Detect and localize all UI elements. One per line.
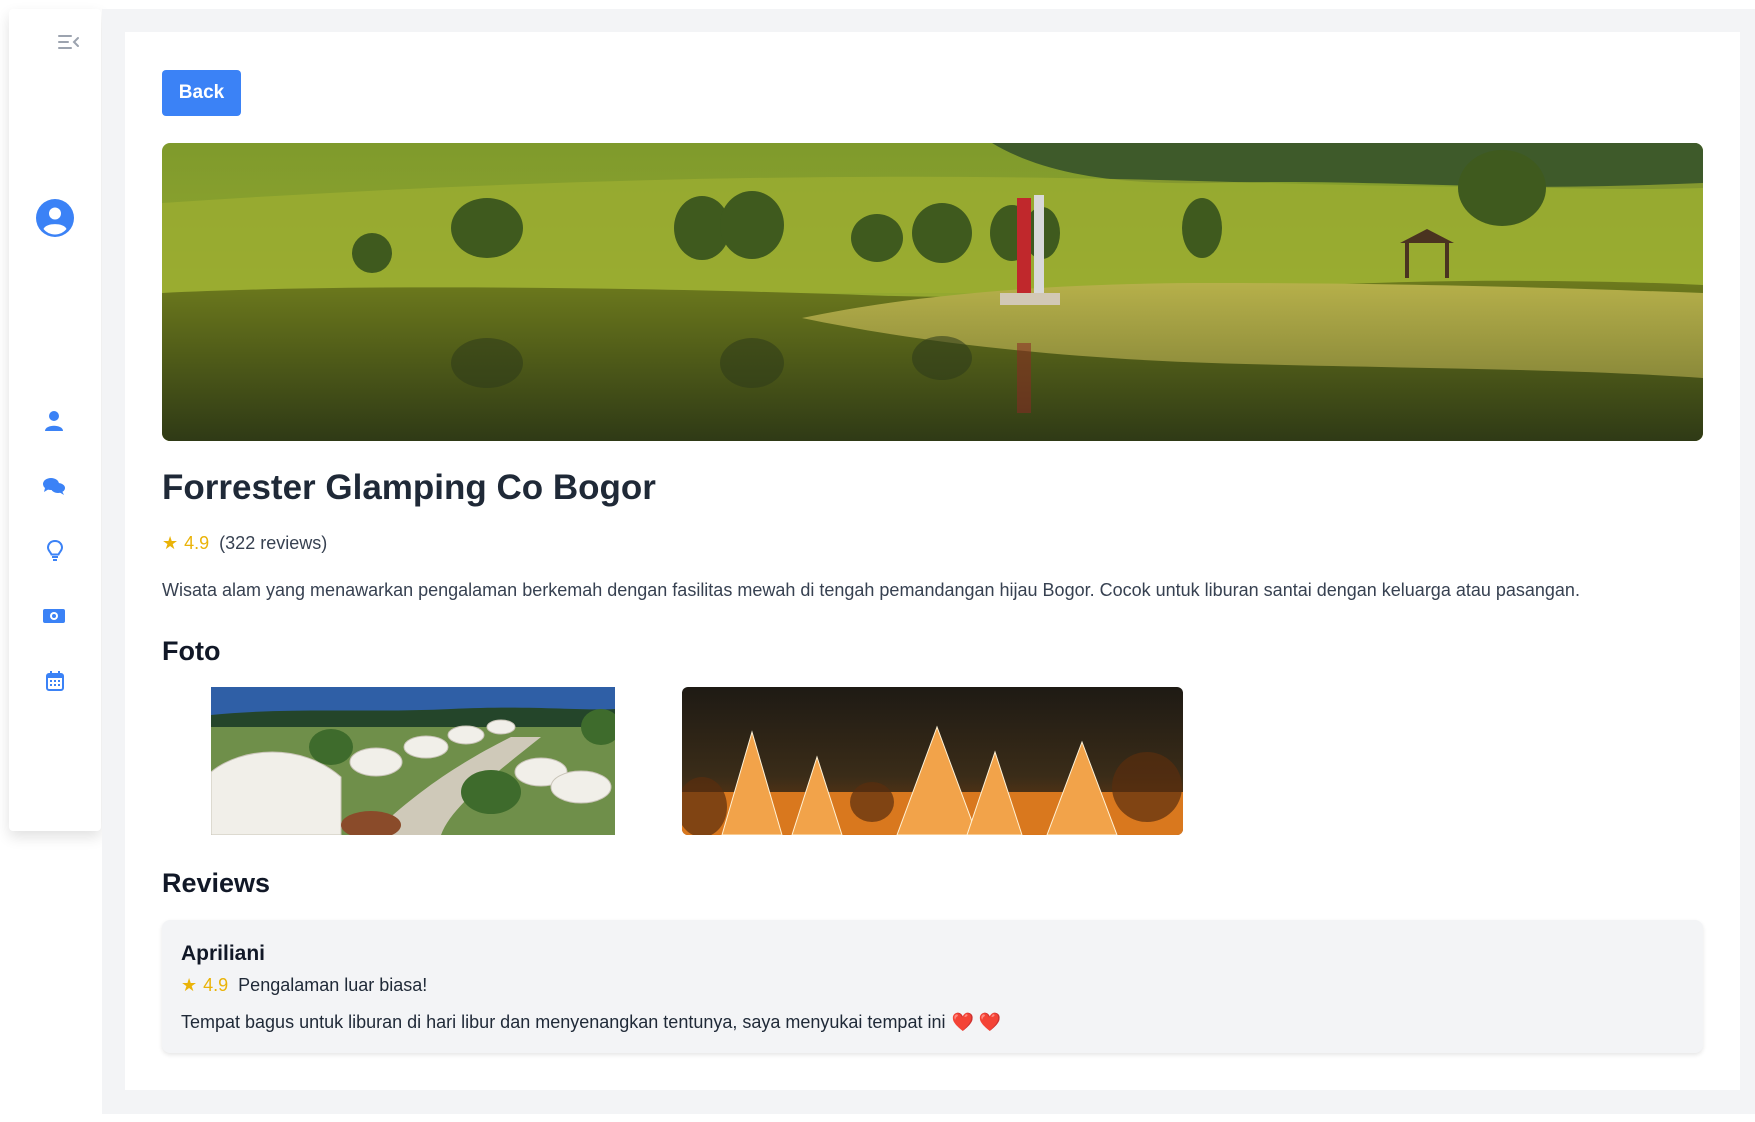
- app-root: Back Forrester Glamping Co Bogor ★ 4.9 (…: [0, 0, 1755, 1122]
- reviews-count: (322 reviews): [219, 533, 328, 553]
- reviews-heading: Reviews: [162, 868, 271, 898]
- review-text: Tempat bagus untuk liburan di hari libur…: [181, 1012, 946, 1032]
- money-icon[interactable]: [42, 606, 66, 626]
- heart-emoji-icon: ❤️ ❤️: [951, 1012, 1002, 1032]
- photos-heading: Foto: [162, 636, 221, 666]
- sidebar: [9, 9, 101, 831]
- review-body: Tempat bagus untuk liburan di hari libur…: [181, 1012, 1001, 1033]
- comments-icon[interactable]: [42, 475, 66, 497]
- user-circle-icon[interactable]: [36, 199, 74, 237]
- hero-image: [162, 143, 1703, 441]
- star-icon: ★: [162, 533, 179, 553]
- collapse-menu-icon[interactable]: [57, 31, 81, 53]
- photo-yurts[interactable]: [211, 687, 615, 835]
- review-author: Apriliani: [181, 942, 266, 965]
- back-button[interactable]: Back: [162, 70, 241, 116]
- place-description: Wisata alam yang menawarkan pengalaman b…: [162, 580, 1580, 600]
- lightbulb-icon[interactable]: [45, 539, 65, 563]
- review-title: Pengalaman luar biasa!: [238, 975, 428, 995]
- review-rating: ★ 4.9 Pengalaman luar biasa!: [181, 975, 427, 996]
- place-title: Forrester Glamping Co Bogor: [162, 468, 656, 507]
- review-card: Apriliani ★ 4.9 Pengalaman luar biasa! T…: [162, 920, 1703, 1053]
- user-icon[interactable]: [43, 410, 65, 432]
- star-icon: ★: [181, 975, 198, 995]
- review-rating-value: 4.9: [203, 975, 229, 995]
- photo-tents-night[interactable]: [682, 687, 1183, 835]
- rating-value: 4.9: [184, 533, 210, 553]
- place-rating: ★ 4.9 (322 reviews): [162, 533, 327, 554]
- calendar-icon[interactable]: [44, 669, 66, 693]
